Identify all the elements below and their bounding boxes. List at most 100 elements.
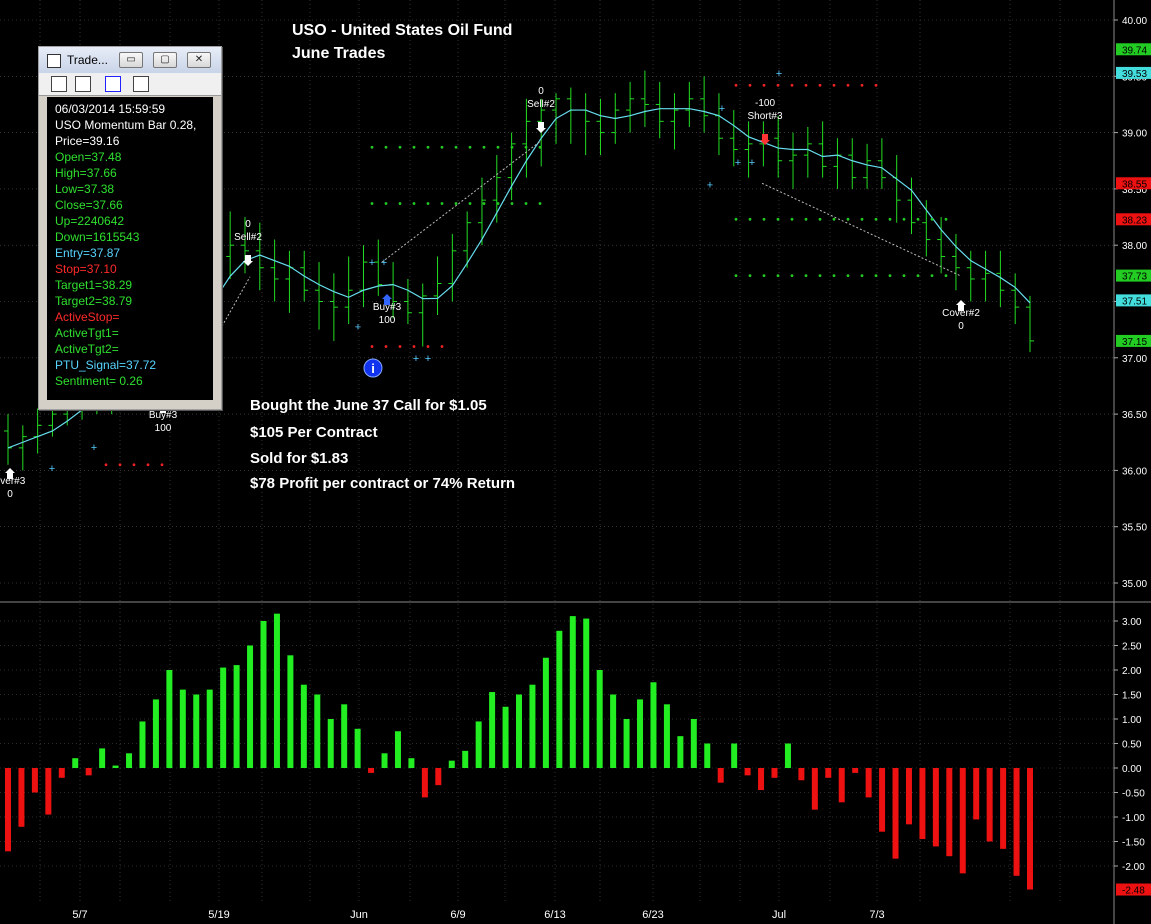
y-tick-label: -1.50: [1122, 838, 1145, 849]
entry-plus: +: [749, 157, 755, 169]
target-dot: [454, 145, 458, 149]
momentum-bar: [744, 768, 751, 776]
target-dot: [902, 274, 906, 278]
momentum-bar: [354, 728, 361, 768]
trade-label: 100: [379, 315, 396, 326]
target-dot: [384, 145, 388, 149]
data-window-titlebar[interactable]: Trade... ▭ ▢ ✕: [39, 47, 221, 73]
momentum-bar: [72, 758, 79, 768]
target-dot: [384, 202, 388, 205]
trade-label: -100: [755, 98, 775, 109]
grid-icon[interactable]: [105, 76, 121, 92]
stop-dot: [132, 463, 136, 467]
x-tick-label: 5/19: [208, 909, 229, 921]
target-dot: [874, 274, 878, 278]
momentum-bar: [865, 768, 872, 798]
minimize-button[interactable]: ▭: [119, 52, 143, 68]
x-tick-label: 6/13: [544, 909, 565, 921]
momentum-bar: [273, 613, 280, 768]
data-window-row: Target2=38.79: [55, 294, 133, 308]
target-dot: [762, 217, 766, 221]
target-dot: [860, 274, 864, 278]
momentum-bar: [852, 768, 859, 773]
momentum-bar: [946, 768, 953, 857]
target-dot: [398, 202, 402, 205]
y-tick-label: 1.50: [1122, 691, 1142, 702]
data-window-row: USO Momentum Bar 0.28,: [55, 118, 197, 132]
stop-dot: [160, 463, 164, 467]
stop-dot: [762, 83, 766, 87]
momentum-bar: [85, 768, 92, 776]
y-tick-label: 39.00: [1122, 129, 1147, 140]
momentum-bar: [610, 694, 617, 768]
momentum-bar: [247, 645, 254, 768]
y-tick-label: 2.00: [1122, 666, 1142, 677]
trade-arrow-icon: [536, 122, 546, 133]
entry-plus: +: [355, 321, 361, 333]
momentum-bar: [220, 667, 227, 768]
momentum-bar: [341, 704, 348, 768]
momentum-bar: [233, 665, 240, 768]
target-dot: [776, 274, 780, 278]
close-button[interactable]: ✕: [187, 52, 211, 68]
data-window[interactable]: Trade... ▭ ▢ ✕ 06/03/2014 15:59:59 USO Mo…: [38, 46, 222, 410]
momentum-bar: [206, 689, 213, 768]
stop-dot: [804, 83, 808, 87]
momentum-bar: [596, 670, 603, 768]
target-dot: [818, 274, 822, 278]
target-dot: [482, 145, 486, 149]
momentum-bar: [18, 768, 25, 827]
momentum-bar: [986, 768, 993, 842]
target-dot: [440, 202, 444, 205]
target-dot: [412, 202, 416, 205]
momentum-bar: [45, 768, 52, 815]
momentum-bar: [193, 694, 200, 768]
momentum-bar: [973, 768, 980, 820]
stop-dot: [734, 83, 738, 87]
restore-button[interactable]: ▢: [153, 52, 177, 68]
target-dot: [748, 217, 752, 221]
stop-dot: [426, 345, 430, 348]
trade-label: 0: [245, 219, 251, 230]
target-dot: [524, 145, 528, 149]
x-tick-label: 7/3: [869, 909, 884, 921]
momentum-bar: [421, 768, 428, 798]
data-window-row: Close=37.66: [55, 198, 123, 212]
stop-dot: [776, 83, 780, 87]
properties-icon[interactable]: [133, 76, 149, 92]
info-icon-glyph: i: [371, 361, 375, 376]
momentum-bar: [139, 721, 146, 768]
momentum-bar: [112, 765, 119, 768]
x-tick-label: 6/9: [450, 909, 465, 921]
data-window-row: Target1=38.29: [55, 278, 133, 292]
y-tick-label: -1.00: [1122, 813, 1145, 824]
momentum-bar: [31, 768, 38, 793]
stop-dot: [384, 345, 388, 348]
target-dot: [468, 145, 472, 149]
stop-dot: [748, 83, 752, 87]
momentum-bar: [583, 618, 590, 768]
target-dot: [916, 274, 920, 278]
momentum-bar: [905, 768, 912, 825]
target-dot: [930, 217, 934, 221]
momentum-bar: [448, 760, 455, 768]
price-marker-label: 38.55: [1122, 179, 1147, 190]
stop-dot: [832, 83, 836, 87]
print-icon[interactable]: [75, 76, 91, 92]
save-icon[interactable]: [51, 76, 67, 92]
price-marker-label: 39.53: [1122, 69, 1147, 80]
price-marker-label: 37.73: [1122, 272, 1147, 283]
momentum-bar: [771, 768, 778, 778]
chart-title: USO - United States Oil Fund: [292, 22, 513, 39]
trade-label: 0: [958, 321, 964, 332]
target-dot: [538, 145, 542, 149]
trade-label: 0: [538, 86, 544, 97]
entry-plus: +: [735, 157, 741, 169]
target-dot: [538, 202, 542, 205]
target-dot: [790, 274, 794, 278]
target-dot: [888, 217, 892, 221]
momentum-bar: [556, 630, 563, 768]
x-tick-label: Jun: [350, 909, 368, 921]
momentum-bar: [1000, 768, 1007, 849]
trade-line: [221, 276, 251, 327]
